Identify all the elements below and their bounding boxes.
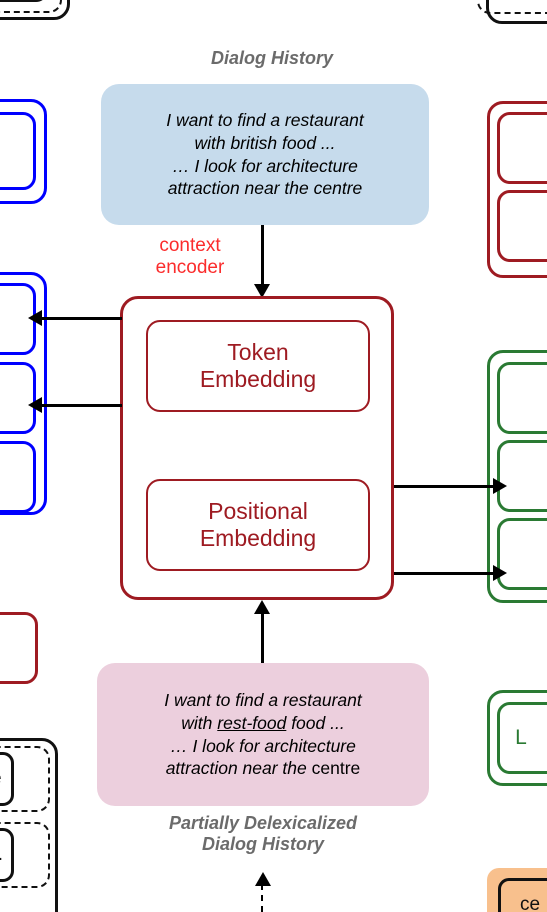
clipped-green-item-1 [497,362,547,434]
dialog-line-1: I want to find a restaurant [166,110,364,130]
dialog-line-3: … I look for architecture [172,155,358,176]
delex-line-3: … I look for architecture [170,735,356,756]
context-encoder-label: context encoder [155,235,225,279]
clipped-green-item-2 [497,440,547,512]
clipped-red-item-1 [497,112,547,184]
delex-line-2-prefix: with [181,712,218,733]
token-embedding-box: Token Embedding [146,320,370,412]
green-box-label: L [515,726,527,749]
caption-partially-delexicalized: Partially Delexicalized Dialog History [168,813,358,855]
arrow-encoder-to-blue-1-head [28,310,42,326]
clipped-green-box-L: L [497,702,547,774]
arrow-bottom-dashed-line [261,884,263,912]
arrow-delex-to-encoder-line [261,612,264,670]
delex-line-4-upright: centre [311,758,361,779]
clipped-black-chip-ne: ne [0,752,14,806]
clipped-orange-chip-ce: ce [498,878,547,912]
arrow-encoder-to-green-2-head [493,565,507,581]
figure-canvas: ne st. L ce Dialog History I want to fin… [0,0,547,912]
positional-embedding-box: Positional Embedding [146,479,370,571]
clipped-blue-item-upper [0,112,36,190]
dialog-line-4: attraction near the centre [167,178,363,199]
dialog-history-bubble-text: I want to find a restaurant with british… [166,109,363,200]
delex-line-4: attraction near the centre [164,757,361,780]
clipped-red-item-2 [497,190,547,262]
clipped-black-chip-st-label: st. [0,844,3,866]
arrow-encoder-to-green-1-head [493,478,507,494]
dialog-line-2: with british food ... [194,132,336,153]
arrow-dialog-to-encoder-line [261,225,264,285]
arrow-bottom-dashed-head [255,872,271,886]
clipped-black-chip-st: st. [0,828,14,882]
delex-slot-token: rest-food [217,712,287,733]
arrow-encoder-to-green-2-line [394,572,494,575]
arrow-delex-to-encoder-head [254,600,270,614]
dialog-history-bubble: I want to find a restaurant with british… [101,84,429,225]
orange-chip-label: ce [519,894,541,912]
delex-line-2-suffix: food ... [286,712,345,733]
clipped-blue-item-3 [0,441,36,513]
delex-line-4-italic: attraction near the [165,758,312,779]
arrow-encoder-to-blue-1-line [42,317,122,320]
clipped-red-box-left [0,612,38,684]
caption-dialog-history: Dialog History [210,48,334,68]
arrow-encoder-to-blue-2-head [28,397,42,413]
clipped-black-dashed-top-right [477,0,547,14]
delex-line-2: with rest-food food ... [164,712,361,735]
clipped-black-chip-ne-label: ne [0,768,2,790]
arrow-encoder-to-blue-2-line [42,404,122,407]
delexicalized-bubble-text: I want to find a restaurant with rest-fo… [164,689,361,780]
delexicalized-history-bubble: I want to find a restaurant with rest-fo… [97,663,429,806]
delex-line-1: I want to find a restaurant [164,690,362,710]
arrow-encoder-to-green-1-line [394,485,494,488]
